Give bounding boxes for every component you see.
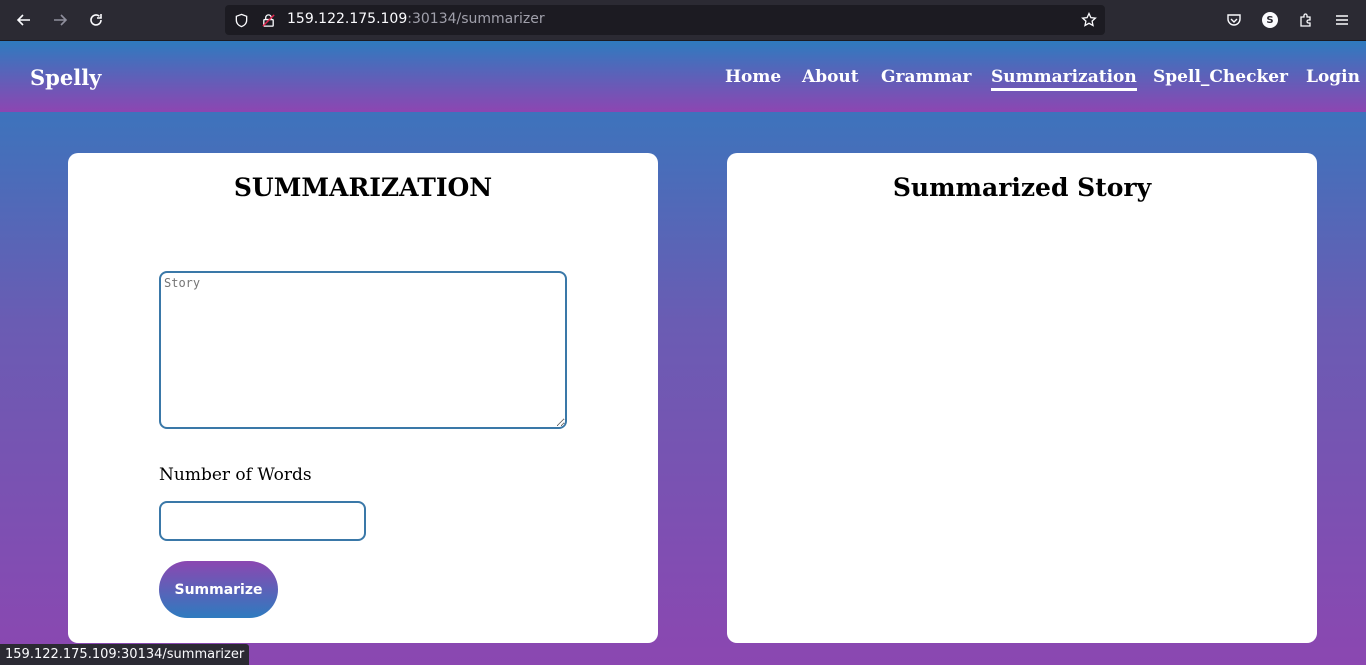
page: Spelly Home About Grammar Summarization … [0, 41, 1366, 665]
story-textarea[interactable] [159, 271, 567, 429]
brand-logo[interactable]: Spelly [30, 65, 101, 90]
account-avatar-icon[interactable]: S [1260, 10, 1280, 30]
url-text: 159.122.175.109:30134/summarizer [287, 11, 545, 27]
nav-link-about[interactable]: About [802, 67, 859, 87]
pocket-icon[interactable] [1224, 10, 1244, 30]
back-arrow-icon[interactable] [12, 8, 36, 32]
browser-toolbar: 159.122.175.109:30134/summarizer S [0, 0, 1366, 41]
number-of-words-label: Number of Words [159, 465, 312, 485]
forward-arrow-icon[interactable] [48, 8, 72, 32]
summarization-title: SUMMARIZATION [233, 173, 493, 202]
summarized-story-card: Summarized Story [727, 153, 1317, 643]
profile-initial: S [1262, 12, 1278, 28]
summarize-button[interactable]: Summarize [159, 561, 278, 618]
nav-link-login[interactable]: Login [1306, 67, 1360, 87]
number-of-words-input[interactable] [159, 501, 366, 541]
nav-link-summarization[interactable]: Summarization [991, 67, 1137, 91]
insecure-lock-icon[interactable] [260, 12, 276, 28]
summarized-story-title: Summarized Story [892, 173, 1152, 202]
nav-link-grammar[interactable]: Grammar [881, 67, 971, 87]
extensions-puzzle-icon[interactable] [1296, 10, 1316, 30]
site-navbar: Spelly Home About Grammar Summarization … [0, 41, 1366, 112]
summarization-card: SUMMARIZATION Number of Words Summarize [68, 153, 658, 643]
link-status-bar: 159.122.175.109:30134/summarizer [0, 644, 250, 665]
nav-link-spell-checker[interactable]: Spell_Checker [1153, 67, 1288, 87]
bookmark-star-icon[interactable] [1081, 12, 1097, 28]
nav-link-home[interactable]: Home [725, 67, 781, 87]
shield-icon[interactable] [233, 12, 249, 28]
hamburger-menu-icon[interactable] [1332, 10, 1352, 30]
address-bar[interactable]: 159.122.175.109:30134/summarizer [225, 5, 1105, 35]
reload-icon[interactable] [84, 8, 108, 32]
